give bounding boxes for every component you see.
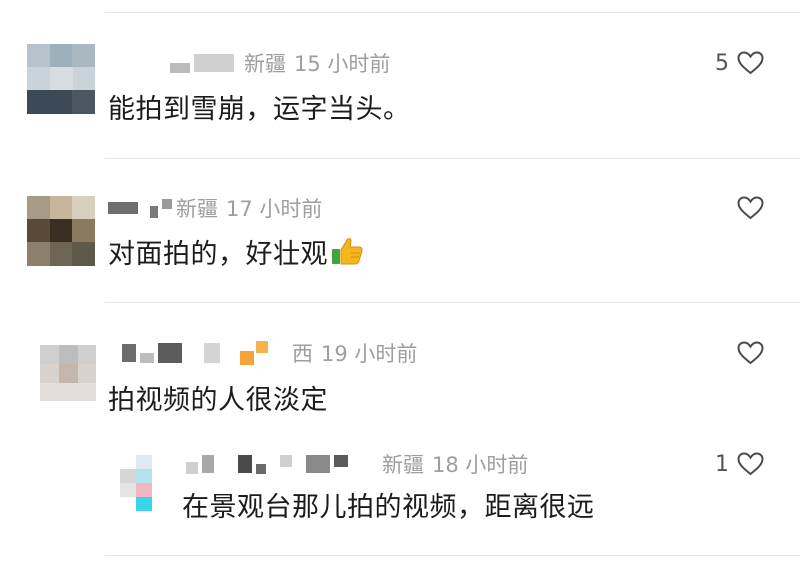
comment-text: 在景观台那儿拍的视频，距离很远 <box>182 492 595 523</box>
like-button[interactable] <box>737 338 764 368</box>
comment-meta: 新疆 15 小时前 <box>244 48 390 78</box>
username-redacted[interactable] <box>256 341 268 353</box>
location: 新疆 <box>382 453 424 477</box>
comment-text: 能拍到雪崩，运字当头。 <box>108 94 411 125</box>
like-count: 1 <box>715 451 729 477</box>
comment-text: 拍视频的人很淡定 <box>108 385 328 416</box>
username-redacted[interactable] <box>122 344 136 362</box>
comment-header: 西 19 小时前 <box>122 338 417 368</box>
comment-item[interactable]: 新疆 15 小时前 能拍到雪崩，运字当头。 5 <box>0 0 800 160</box>
timestamp: 15 小时前 <box>294 52 391 76</box>
reply-item[interactable]: 新疆 18 小时前 在景观台那儿拍的视频，距离很远 1 <box>120 443 800 553</box>
avatar[interactable] <box>27 44 95 114</box>
timestamp: 19 小时前 <box>321 342 418 366</box>
comment-item[interactable]: 新疆 17 小时前 对面拍的，好壮观 <box>0 160 800 305</box>
heart-outline-icon <box>737 341 764 365</box>
comment-divider <box>105 302 800 303</box>
username-redacted[interactable] <box>158 343 182 363</box>
username-redacted[interactable] <box>240 351 254 365</box>
comment-header: 新疆 17 小时前 <box>108 193 322 223</box>
comment-divider <box>105 555 800 556</box>
comment-meta: 新疆 18 小时前 <box>382 449 528 479</box>
username-redacted[interactable] <box>170 63 190 73</box>
comment-divider <box>105 158 800 159</box>
comment-text-body: 对面拍的，好壮观 <box>108 239 328 270</box>
timestamp: 18 小时前 <box>432 453 529 477</box>
comment-header: 新疆 18 小时前 <box>186 449 528 479</box>
like-button[interactable]: 1 <box>715 449 764 479</box>
username-redacted[interactable] <box>334 455 348 467</box>
location: 新疆 <box>244 52 286 76</box>
location: 西 <box>292 342 313 366</box>
timestamp: 17 小时前 <box>226 197 323 221</box>
username-redacted[interactable] <box>204 343 220 363</box>
thumbs-up-emoji-icon <box>330 236 364 273</box>
username-redacted[interactable] <box>256 464 266 474</box>
like-button[interactable] <box>737 193 764 223</box>
username-redacted[interactable] <box>280 455 292 467</box>
username-redacted[interactable] <box>162 199 172 209</box>
username-redacted[interactable] <box>140 353 154 363</box>
comment-meta: 西 19 小时前 <box>292 338 417 368</box>
comment-meta: 新疆 17 小时前 <box>176 193 322 223</box>
username-redacted[interactable] <box>150 206 158 218</box>
avatar[interactable] <box>120 455 152 513</box>
username-redacted[interactable] <box>108 202 138 214</box>
heart-outline-icon <box>737 51 764 75</box>
avatar[interactable] <box>40 345 96 401</box>
like-button[interactable]: 5 <box>715 48 764 78</box>
location: 新疆 <box>176 197 218 221</box>
comment-text: 对面拍的，好壮观 <box>108 232 364 273</box>
like-count: 5 <box>715 50 729 76</box>
username-redacted[interactable] <box>202 455 214 473</box>
username-redacted[interactable] <box>194 54 234 72</box>
username-redacted[interactable] <box>186 462 198 474</box>
avatar[interactable] <box>27 196 95 266</box>
username-redacted[interactable] <box>306 455 330 473</box>
comment-header: 新疆 15 小时前 <box>170 48 390 78</box>
heart-outline-icon <box>737 452 764 476</box>
username-redacted[interactable] <box>238 455 252 473</box>
heart-outline-icon <box>737 196 764 220</box>
comment-item[interactable]: 西 19 小时前 拍视频的人很淡定 新疆 18 小时前 在景观台那儿拍的视频，距… <box>0 305 800 561</box>
